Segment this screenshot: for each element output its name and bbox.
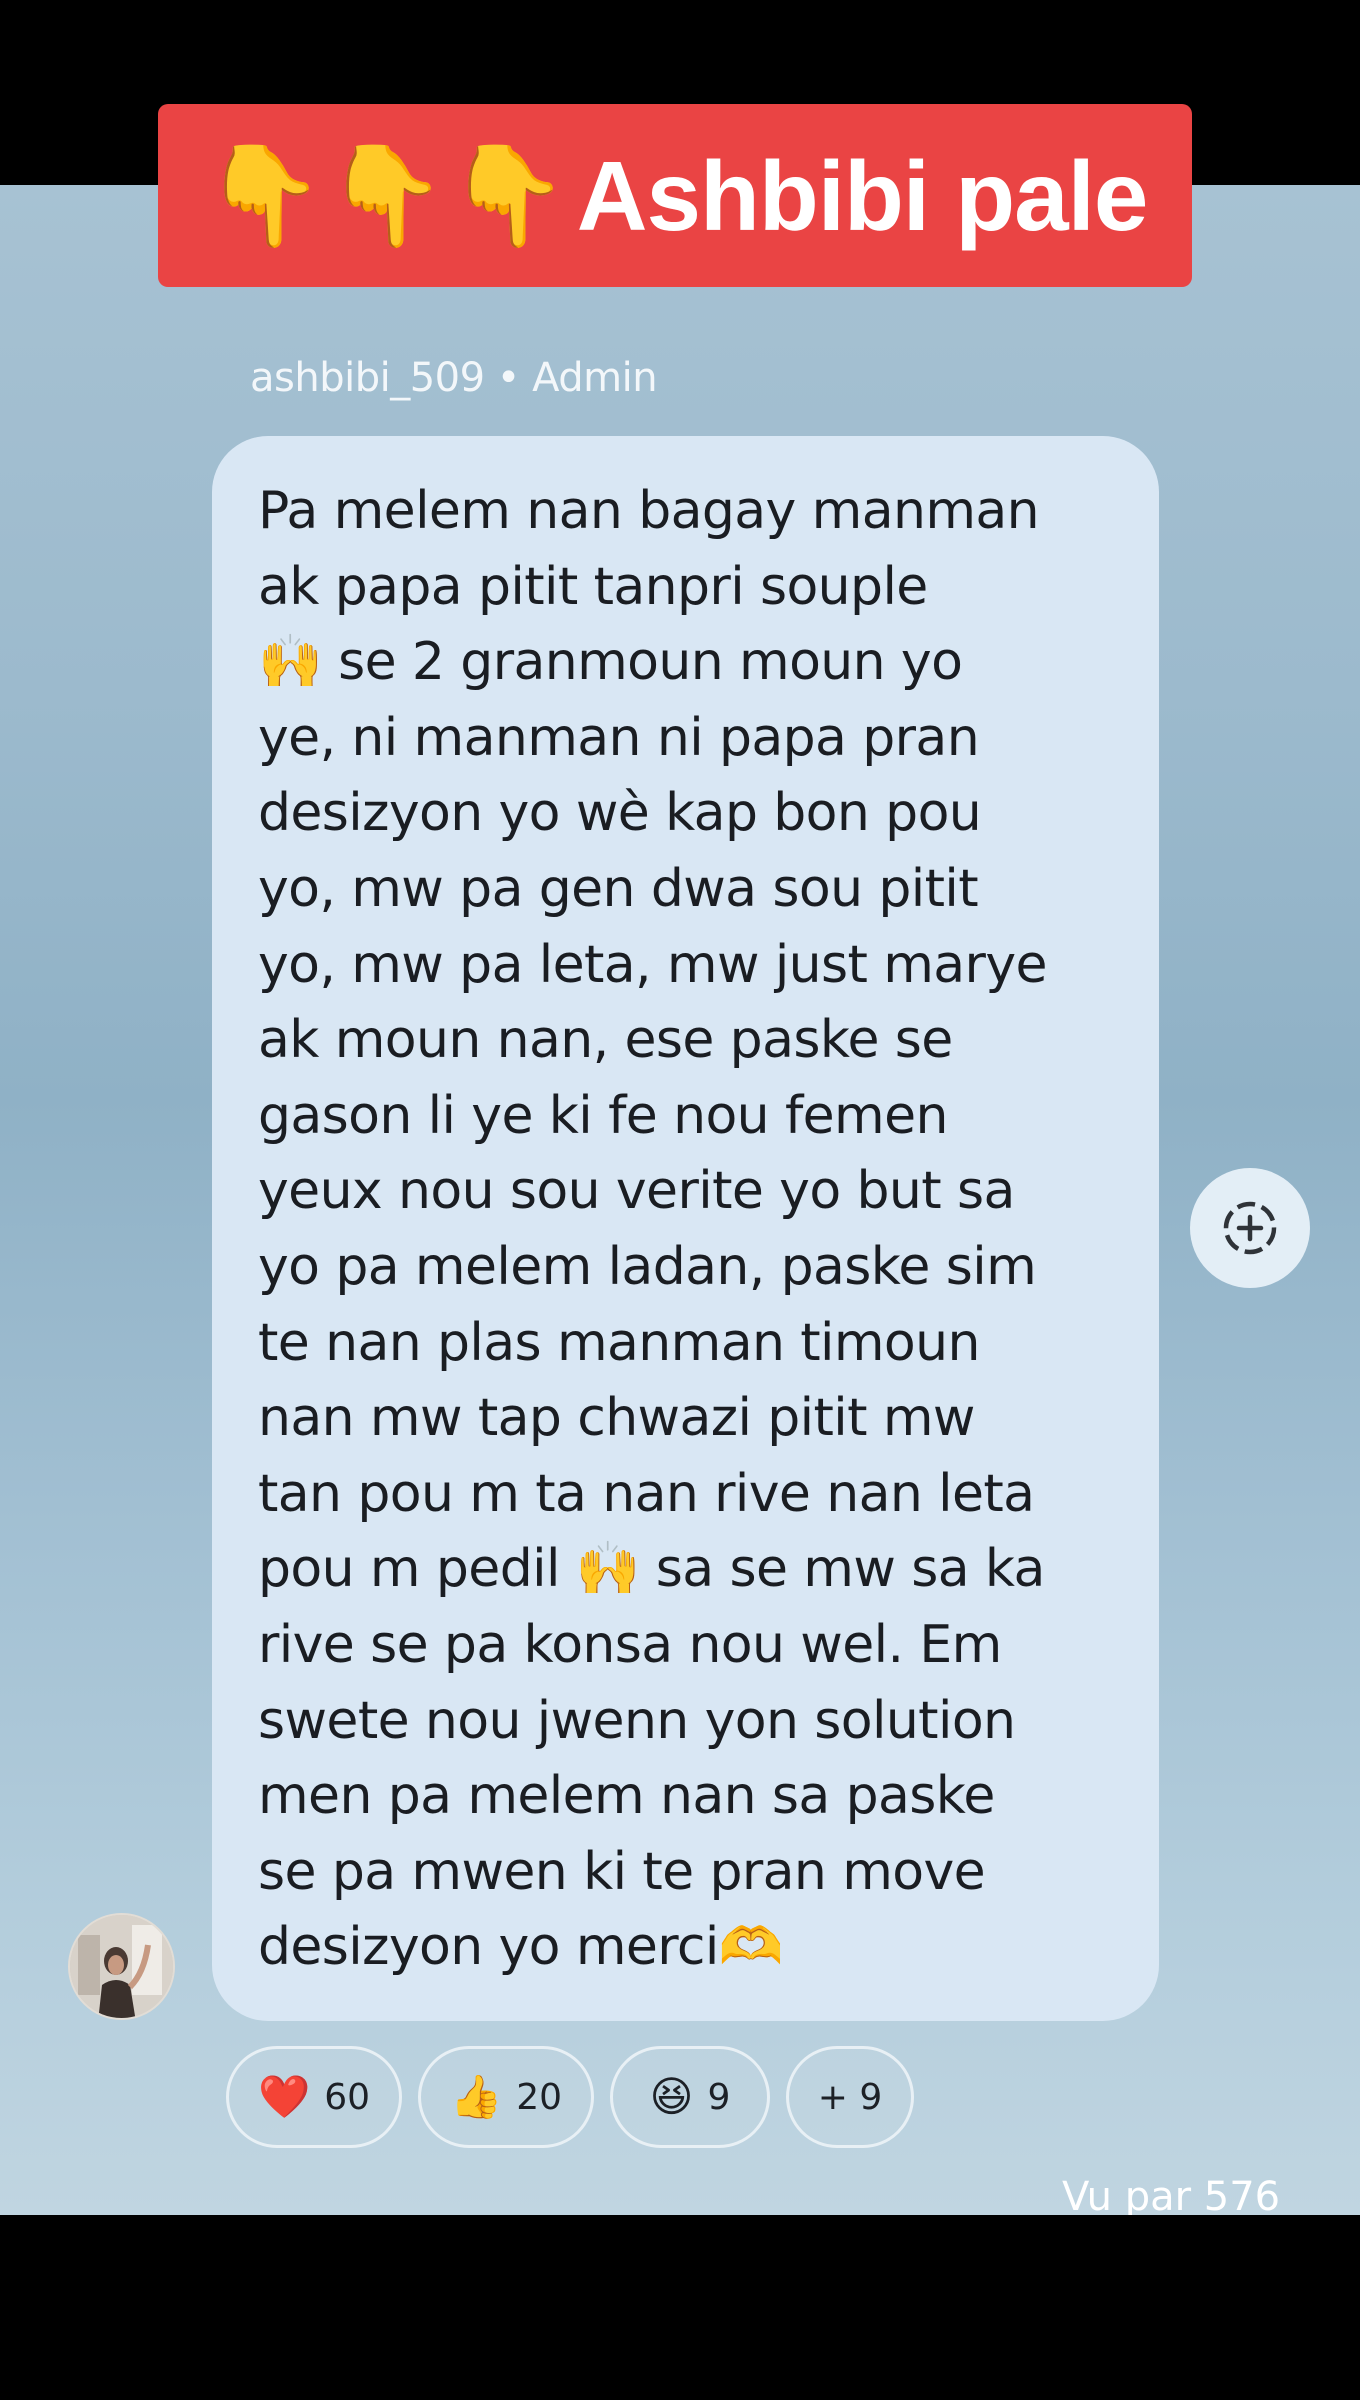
thumbs-up-icon: 👍 (449, 2072, 503, 2121)
laughing-face-icon: 😆 (649, 2072, 694, 2121)
title-banner: 👇👇👇 Ashbibi pale (158, 104, 1192, 287)
reaction-thumbs-up[interactable]: 👍 20 (418, 2046, 594, 2148)
message-bubble[interactable]: Pa melem nan bagay manman ak papa pitit … (212, 436, 1159, 2021)
message-sender[interactable]: ashbibi_509 • Admin (250, 355, 658, 401)
avatar-image (70, 1915, 173, 2018)
heart-icon: ❤️ (257, 2072, 311, 2121)
reaction-laughing[interactable]: 😆 9 (610, 2046, 770, 2148)
user-avatar[interactable] (68, 1913, 175, 2020)
add-reaction-button[interactable] (1190, 1168, 1310, 1288)
pointing-down-icons: 👇👇👇 (202, 138, 569, 253)
seen-by-count: Vu par 576 (1062, 2174, 1281, 2220)
message-text: Pa melem nan bagay manman ak papa pitit … (258, 481, 1048, 1978)
reaction-count: 9 (707, 2076, 731, 2118)
banner-title: Ashbibi pale (576, 140, 1149, 251)
add-reaction-icon (1223, 1201, 1277, 1255)
reaction-heart[interactable]: ❤️ 60 (226, 2046, 402, 2148)
more-reactions-count: + 9 (817, 2076, 883, 2118)
reaction-count: 20 (516, 2076, 563, 2118)
screen: 👇👇👇 Ashbibi pale ashbibi_509 • Admin Pa … (0, 0, 1360, 2400)
reactions-row: ❤️ 60 👍 20 😆 9 + 9 (226, 2046, 914, 2148)
bottom-black-bar (0, 2215, 1360, 2400)
more-reactions-button[interactable]: + 9 (786, 2046, 914, 2148)
reaction-count: 60 (324, 2076, 371, 2118)
